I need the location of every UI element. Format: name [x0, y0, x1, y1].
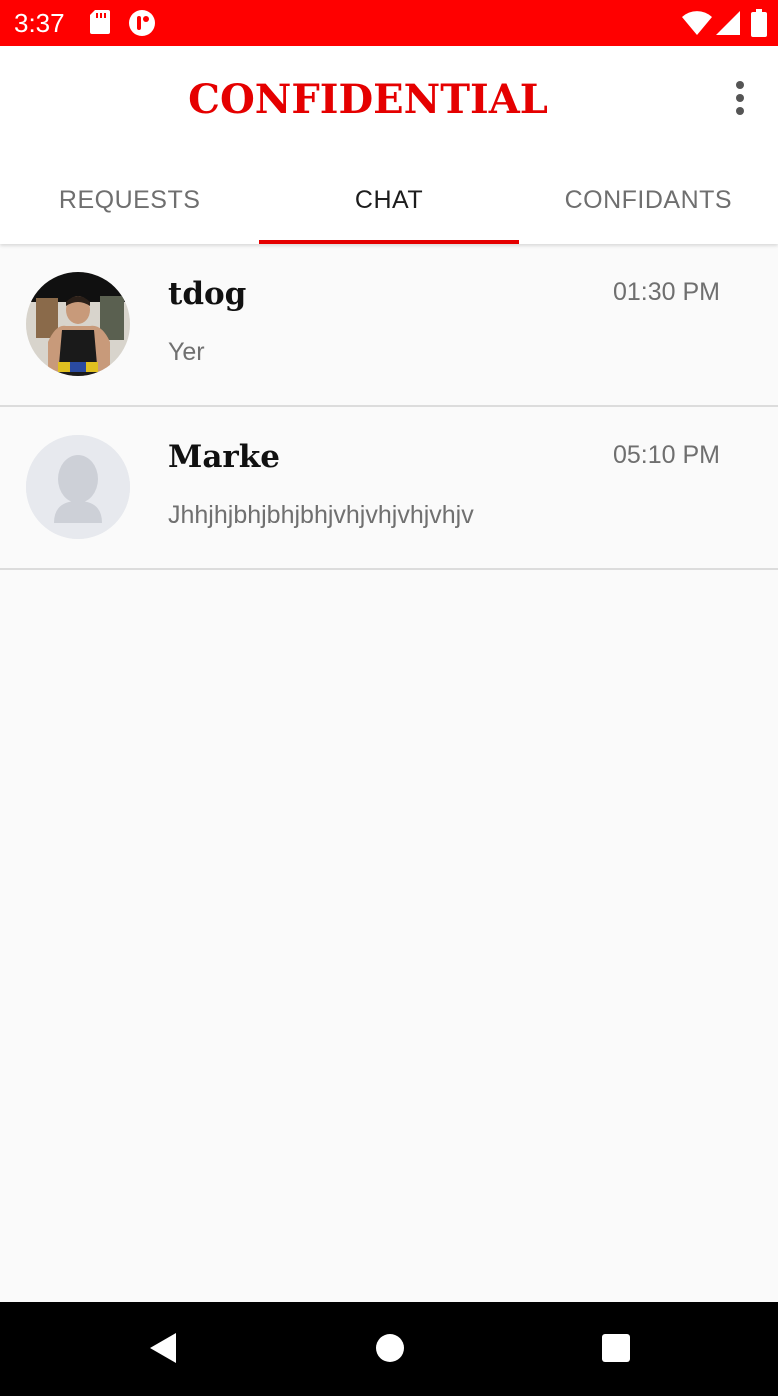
tab-label: CHAT — [354, 185, 424, 214]
back-icon — [146, 1331, 178, 1370]
chat-list-item[interactable]: Marke 05:10 PM Jhhjhjbhjbhjbhjvhjvhjvhjv… — [0, 407, 778, 570]
tab-label: CONFIDANTS — [564, 185, 733, 214]
home-icon — [375, 1333, 405, 1368]
tab-label: REQUESTS — [58, 185, 201, 214]
message-time: 05:10 PM — [612, 441, 720, 469]
message-time: 01:30 PM — [612, 278, 720, 306]
default-avatar-icon — [26, 435, 130, 539]
sd-card-icon — [90, 10, 110, 39]
signal-icon — [716, 11, 740, 40]
contact-name: tdog — [168, 276, 247, 312]
tab-confidants[interactable]: CONFIDANTS — [519, 156, 778, 244]
wifi-icon — [682, 11, 712, 40]
message-preview: Yer — [168, 338, 205, 366]
app-title: CONFIDENTIAL — [188, 76, 548, 123]
battery-icon — [751, 9, 767, 42]
chat-list: tdog 01:30 PM Yer Marke 05:10 PM Jhhjhjb… — [0, 244, 778, 570]
status-time: 3:37 — [14, 8, 65, 38]
home-button[interactable] — [370, 1330, 410, 1370]
message-preview: Jhhjhjbhjbhjbhjvhjvhjvhjvhjv — [168, 501, 474, 529]
contact-name: Marke — [168, 439, 280, 475]
recents-button[interactable] — [596, 1330, 636, 1370]
avatar — [26, 272, 130, 376]
tab-bar: REQUESTS CHAT CONFIDANTS — [0, 156, 778, 244]
status-bar: 3:37 — [0, 0, 778, 46]
more-options-button[interactable] — [722, 76, 758, 120]
tab-requests[interactable]: REQUESTS — [0, 156, 259, 244]
recents-icon — [601, 1333, 631, 1368]
chat-list-item[interactable]: tdog 01:30 PM Yer — [0, 244, 778, 407]
more-vert-icon — [736, 81, 744, 115]
system-nav-bar — [0, 1302, 778, 1396]
tab-chat[interactable]: CHAT — [259, 156, 519, 244]
back-button[interactable] — [142, 1330, 182, 1370]
app-notification-icon — [128, 9, 156, 42]
app-bar: CONFIDENTIAL REQUESTS CHAT CONFIDANTS — [0, 46, 778, 244]
